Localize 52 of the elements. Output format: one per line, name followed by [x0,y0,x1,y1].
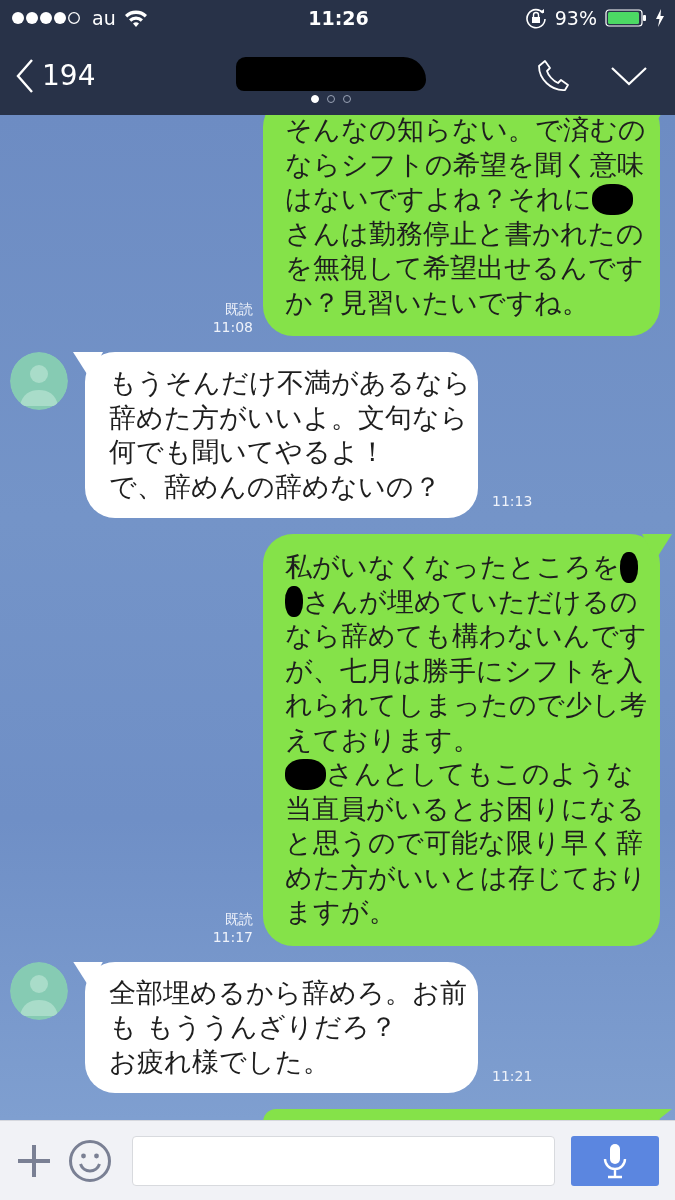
status-time: 11:26 [308,5,369,31]
message-text: か？見習いたいですね。 [285,285,589,320]
message-text: えております。 [285,722,480,757]
message-text: さんが埋めていただけるの [303,584,638,619]
chevron-down-icon[interactable] [611,65,647,86]
redaction-mark [285,758,326,790]
message-text: 全部埋めるから辞めろ。お前 [109,975,467,1010]
phone-icon[interactable] [537,58,571,93]
message-time: 11:13 [492,492,533,510]
message-text: お疲れ様でした。 [109,1044,330,1079]
message-time: 11:08 [212,318,253,336]
emoji-icon[interactable] [68,1138,112,1183]
message-text: 何でも聞いてやるよ！ [109,435,386,469]
message-text: も もううんざりだろ？ [109,1010,397,1044]
message-text: 私がいなくなったところを [285,550,620,584]
message-text: ならシフトの希望を聞く意味 [285,147,644,182]
message-time: 11:17 [212,927,253,946]
message-text: ますが。 [285,895,396,929]
back-chevron-icon [16,58,34,93]
message-text: で、辞めんの辞めないの？ [109,469,441,504]
battery-percent: 93% [554,5,597,31]
read-receipt: 既読 [225,300,253,318]
battery-icon [605,9,647,27]
message-text: さんは勤務停止と書かれたの [285,216,644,251]
back-button[interactable]: 194 [16,54,96,97]
message-text: を無視して希望出せるんです [285,251,644,285]
message-text: めた方がいいとは存じており [285,860,647,895]
wifi-icon [123,9,148,27]
message-text: なら辞めても構わないんです [285,619,647,653]
rotation-lock-icon [524,7,547,29]
plus-icon[interactable] [16,1142,52,1179]
microphone-button[interactable] [571,1135,659,1186]
message-input[interactable] [132,1135,555,1186]
message-time: 11:21 [492,1067,533,1085]
message-text: 当直員がいるとお困りになる [285,791,645,826]
message-text: さんとしてもこのような [325,757,634,791]
read-receipt: 既読 [225,909,253,928]
message-text: が、七月は勝手にシフトを入 [285,653,643,688]
avatar[interactable] [10,961,68,1020]
message-text: 辞めた方がいいよ。文句なら [109,400,468,435]
carrier-name: au [92,5,116,31]
message-text: もうそんだけ不満があるなら [109,366,471,400]
redaction-mark [620,551,638,583]
message-text: はないですよね？それに [285,182,592,216]
message-text: と思うので可能な限り早く辞 [285,826,643,860]
microphone-icon [603,1142,627,1179]
message-text: そんなの知らない。で済むの [285,115,646,147]
redaction-mark [285,586,303,618]
message-text: れられてしまったので少し考 [285,688,647,722]
charging-icon [655,9,665,27]
avatar[interactable] [10,352,68,410]
redaction-mark [592,183,633,215]
